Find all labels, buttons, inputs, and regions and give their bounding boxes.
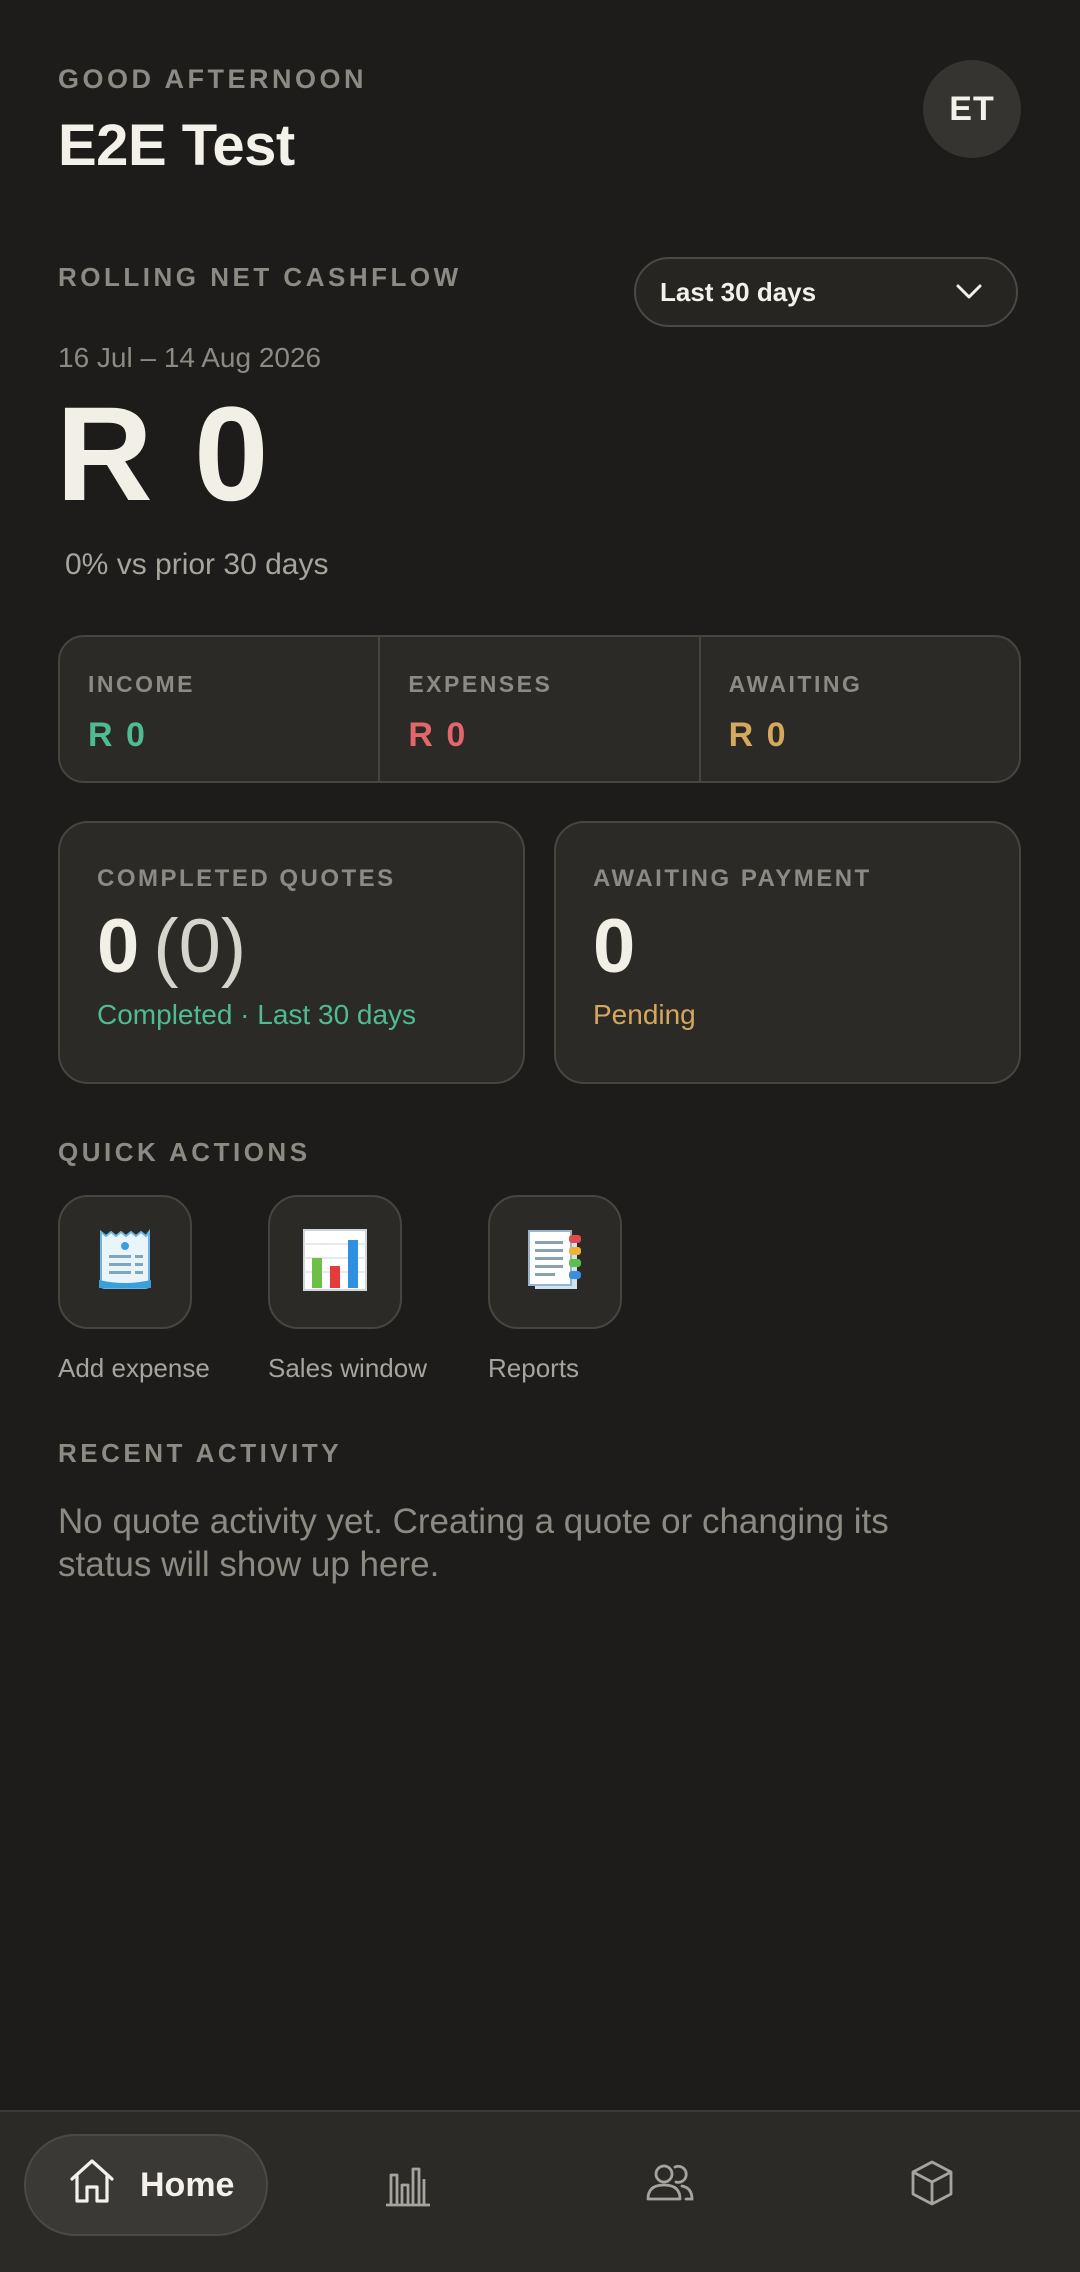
sales-window-button[interactable] — [268, 1195, 402, 1329]
reports-button[interactable] — [488, 1195, 622, 1329]
completed-quotes-paren-count: (0) — [153, 904, 247, 989]
awaiting-payment-card[interactable]: AWAITING PAYMENT 0 Pending — [554, 821, 1021, 1084]
awaiting-payment-subtitle: Pending — [593, 998, 696, 1030]
stats-icon — [382, 2157, 434, 2214]
awaiting-payment-label: AWAITING PAYMENT — [593, 865, 872, 892]
expenses-value: R 0 — [408, 716, 468, 754]
nav-stats-tab[interactable] — [353, 2134, 463, 2236]
bar-chart-icon — [302, 1228, 368, 1297]
document-icon — [525, 1227, 585, 1298]
add-expense-label: Add expense — [58, 1353, 210, 1383]
products-icon — [906, 2157, 958, 2214]
recent-activity-title: RECENT ACTIVITY — [58, 1438, 343, 1468]
period-select[interactable]: Last 30 days — [634, 257, 1018, 327]
customers-icon — [642, 2157, 698, 2214]
period-select-value: Last 30 days — [660, 276, 817, 307]
awaiting-label: AWAITING — [728, 671, 863, 697]
completed-quotes-card[interactable]: COMPLETED QUOTES 0 (0) Completed · Last 3… — [58, 821, 525, 1084]
expenses-label: EXPENSES — [408, 671, 553, 697]
completed-quotes-label: COMPLETED QUOTES — [97, 865, 396, 892]
awaiting-value: R 0 — [728, 716, 788, 754]
bottom-navigation: Home — [0, 2110, 1080, 2272]
awaiting-payment-value: 0 — [593, 904, 636, 989]
receipt-icon — [95, 1228, 155, 1297]
chevron-down-icon — [956, 284, 982, 300]
awaiting-cell: AWAITING R 0 — [698, 637, 1019, 781]
cashflow-title: ROLLING NET CASHFLOW — [58, 262, 462, 292]
home-icon — [66, 2155, 118, 2216]
date-range: 16 Jul – 14 Aug 2026 — [58, 342, 322, 373]
user-name: E2E Test — [58, 113, 295, 178]
net-cashflow-amount: R 0 — [56, 380, 271, 529]
completed-quotes-subtitle: Completed · Last 30 days — [97, 998, 417, 1030]
nav-products-tab[interactable] — [877, 2134, 987, 2236]
reports-label: Reports — [488, 1353, 580, 1383]
greeting-text: GOOD AFTERNOON — [58, 64, 367, 94]
nav-home-tab[interactable]: Home — [24, 2134, 268, 2236]
income-value: R 0 — [88, 716, 147, 754]
recent-activity-empty-message: No quote activity yet. Creating a quote … — [58, 1502, 889, 1584]
add-expense-button[interactable] — [58, 1195, 192, 1329]
income-cell: INCOME R 0 — [60, 637, 378, 781]
cashflow-summary-card: INCOME R 0 EXPENSES R 0 AWAITING R 0 — [58, 635, 1021, 783]
nav-home-label: Home — [140, 2165, 235, 2204]
quick-actions-title: QUICK ACTIONS — [58, 1137, 311, 1167]
avatar[interactable]: ET — [923, 60, 1021, 158]
completed-quotes-count: 0 — [97, 904, 140, 989]
sales-window-label: Sales window — [268, 1353, 427, 1383]
income-label: INCOME — [88, 671, 195, 697]
nav-customers-tab[interactable] — [615, 2134, 725, 2236]
expenses-cell: EXPENSES R 0 — [378, 637, 698, 781]
comparison-text: 0% vs prior 30 days — [65, 548, 329, 581]
completed-quotes-value: 0 (0) — [97, 907, 523, 987]
